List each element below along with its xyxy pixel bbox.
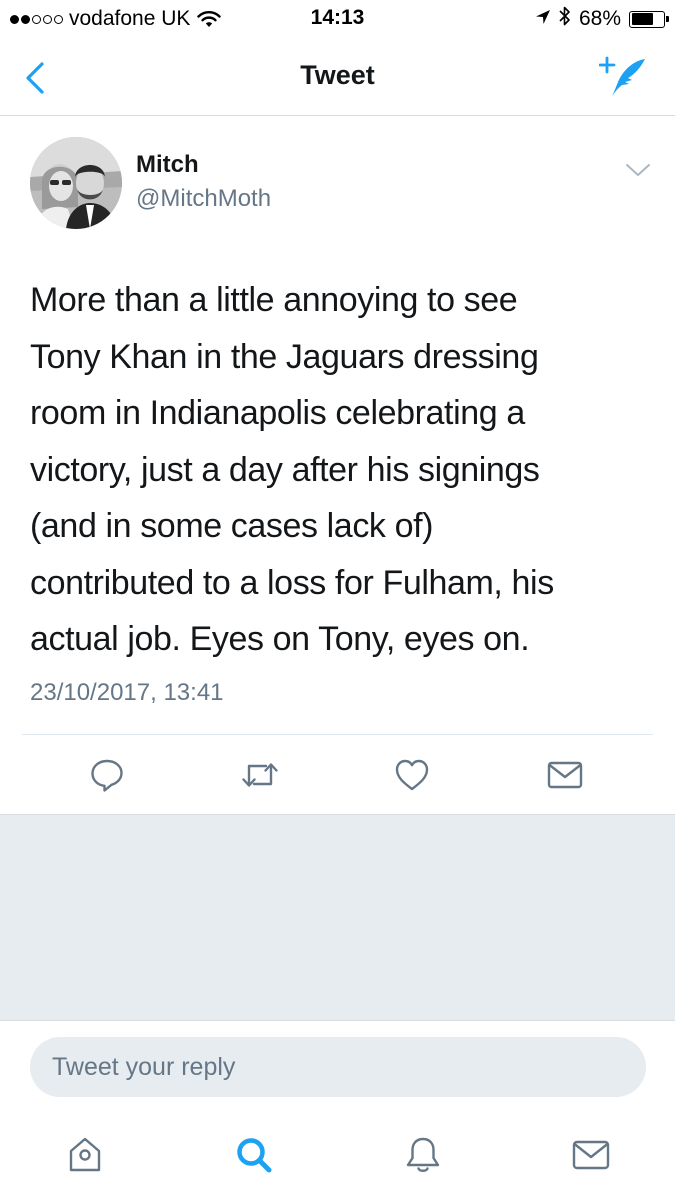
avatar[interactable] — [30, 137, 122, 229]
tweet-detail: Mitch @MitchMoth More than a little anno… — [0, 117, 675, 814]
tweet-text-line: victory, just a day after his signings — [30, 450, 540, 489]
notifications-icon[interactable] — [398, 1130, 448, 1180]
chevron-down-icon[interactable] — [624, 159, 652, 181]
reply-bar — [0, 1021, 675, 1112]
bluetooth-icon — [559, 5, 571, 33]
like-icon[interactable] — [390, 755, 434, 795]
navigation-bar: Tweet — [0, 40, 675, 116]
tweet-text-line: (and in some cases lack of) — [30, 507, 434, 545]
page-title: Tweet — [300, 60, 375, 90]
retweet-icon[interactable] — [238, 755, 282, 795]
search-icon[interactable] — [229, 1130, 279, 1180]
location-arrow-icon — [535, 7, 551, 31]
messages-icon[interactable] — [566, 1130, 616, 1180]
tweet-text-line: actual job. Eyes on Tony, eyes on. — [30, 620, 530, 658]
home-icon[interactable] — [60, 1130, 110, 1180]
battery-icon — [629, 10, 669, 28]
battery-percent: 68% — [578, 7, 621, 30]
replies-area — [0, 814, 675, 1021]
tweet-text: More than a little annoying to see Tony … — [30, 272, 640, 668]
tweet-text-line: contributed to a loss for Fulham, his — [30, 563, 554, 602]
reply-icon[interactable] — [85, 755, 129, 795]
tweet-timestamp: 23/10/2017, 13:41 — [30, 679, 224, 706]
author-name[interactable]: Mitch — [136, 151, 199, 179]
tweet-text-line: room in Indianapolis celebrating a — [30, 394, 525, 432]
author-handle[interactable]: @MitchMoth — [136, 185, 271, 213]
tab-bar — [0, 1112, 675, 1200]
direct-message-icon[interactable] — [543, 755, 587, 795]
status-right: 68% — [535, 5, 669, 33]
compose-tweet-icon[interactable] — [598, 54, 651, 100]
reply-input[interactable] — [30, 1037, 646, 1097]
tweet-text-line: More than a little annoying to see — [30, 281, 518, 319]
status-bar: vodafone UK 14:13 68% — [0, 0, 675, 40]
tweet-text-line: Tony Khan in the Jaguars dressing — [30, 337, 539, 376]
divider — [22, 734, 653, 735]
